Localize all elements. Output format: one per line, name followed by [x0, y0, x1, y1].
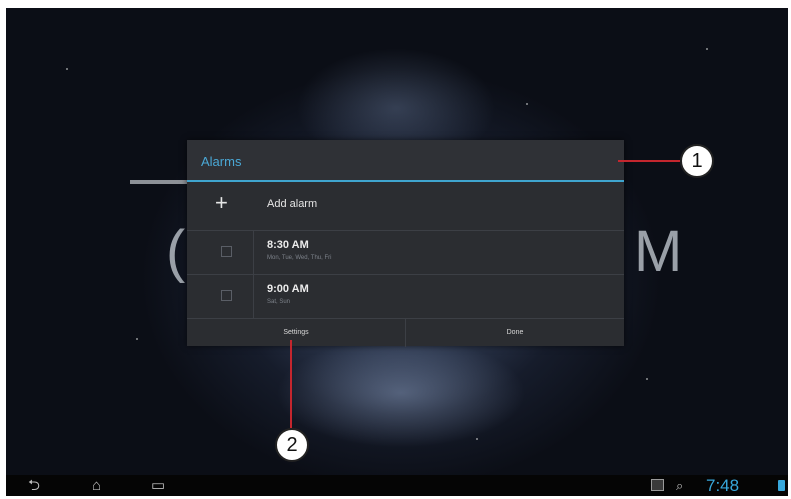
dialog-title-bar: Alarms: [187, 140, 624, 182]
background-star: [646, 378, 648, 380]
background-star: [476, 438, 478, 440]
alarm-days: Sat, Sun: [267, 299, 291, 305]
alarms-dialog: Alarms + Add alarm 8:30 AM Mon, Tue, Wed…: [187, 140, 624, 347]
title-divider: [187, 180, 624, 182]
gallery-notification-icon: [651, 479, 664, 491]
background-clock-fragment-right: M: [634, 219, 685, 284]
recent-apps-icon[interactable]: ▭: [151, 477, 165, 494]
alarm-time: 9:00 AM: [267, 283, 309, 295]
alarm-days: Mon, Tue, Wed, Thu, Fri: [267, 255, 332, 261]
background-star: [136, 338, 138, 340]
dialog-footer: Settings Done: [187, 318, 624, 347]
callout-marker-2: 2: [275, 428, 309, 462]
alarm-item[interactable]: 9:00 AM Sat, Sun: [187, 274, 624, 318]
tablet-screen: ( M Alarms + Add alarm 8:30 AM Mon, Tue,…: [6, 8, 788, 496]
add-alarm-label: Add alarm: [267, 198, 318, 210]
alarm-enable-checkbox[interactable]: [221, 290, 232, 301]
dialog-title: Alarms: [201, 154, 242, 169]
home-icon[interactable]: ⌂: [92, 477, 101, 494]
callout-line-1: [618, 160, 680, 162]
background-clock-bar: [130, 180, 194, 184]
background-star: [66, 68, 68, 70]
search-icon[interactable]: ⌕: [676, 477, 683, 494]
figure-frame: ( M Alarms + Add alarm 8:30 AM Mon, Tue,…: [0, 0, 791, 499]
background-glow-bottom: [276, 338, 526, 448]
back-icon[interactable]: ⮌: [28, 477, 40, 494]
alarm-row-divider: [253, 275, 254, 318]
system-navigation-bar: ⮌ ⌂ ▭ ⌕ 7:48: [6, 475, 788, 496]
settings-button[interactable]: Settings: [187, 319, 406, 347]
callout-marker-1: 1: [680, 144, 714, 178]
background-star: [706, 48, 708, 50]
alarm-item[interactable]: 8:30 AM Mon, Tue, Wed, Thu, Fri: [187, 230, 624, 274]
done-button[interactable]: Done: [406, 319, 624, 347]
background-clock-fragment-left: (: [166, 219, 188, 284]
callout-line-2: [290, 340, 292, 428]
alarm-row-divider: [253, 231, 254, 274]
battery-icon: [778, 480, 785, 491]
status-clock: 7:48: [706, 476, 740, 495]
alarm-time: 8:30 AM: [267, 239, 309, 251]
plus-icon: +: [215, 190, 228, 215]
add-alarm-row[interactable]: + Add alarm: [187, 184, 624, 226]
alarm-enable-checkbox[interactable]: [221, 246, 232, 257]
background-star: [526, 103, 528, 105]
